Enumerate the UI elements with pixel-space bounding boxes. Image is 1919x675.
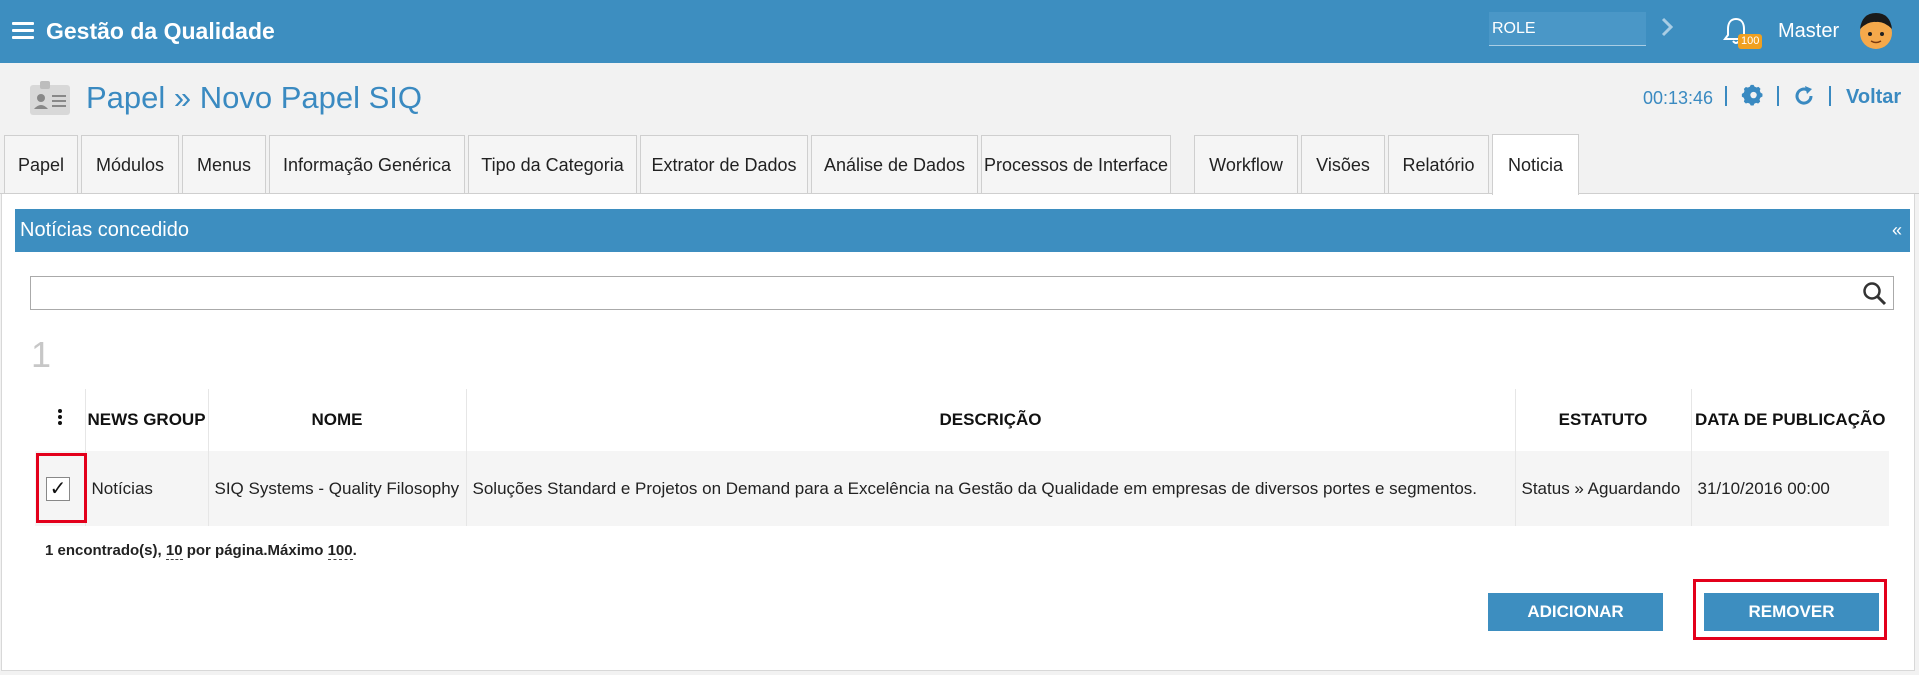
- column-header-news-group[interactable]: NEWS GROUP: [85, 389, 209, 451]
- tab-modulos[interactable]: Módulos: [81, 135, 179, 194]
- found-count: 1 encontrado(s),: [45, 542, 162, 559]
- gear-icon[interactable]: [1741, 84, 1765, 108]
- column-header-nome[interactable]: NOME: [208, 389, 467, 451]
- notification-badge: 100: [1738, 34, 1763, 49]
- hamburger-menu-icon[interactable]: [12, 22, 34, 40]
- column-header-data-publicacao[interactable]: DATA DE PUBLICAÇÃO: [1691, 389, 1889, 451]
- cell-nome: SIQ Systems - Quality Filosophy: [208, 451, 467, 526]
- tab-noticia[interactable]: Noticia: [1492, 134, 1579, 195]
- footer-end: .: [352, 542, 357, 559]
- role-input[interactable]: [1489, 12, 1646, 46]
- tab-relatorio[interactable]: Relatório: [1388, 135, 1489, 194]
- app-title: Gestão da Qualidade: [46, 18, 275, 44]
- column-header-estatuto[interactable]: ESTATUTO: [1515, 389, 1692, 451]
- cell-news-group: Notícias: [85, 451, 209, 526]
- tab-informacao-generica[interactable]: Informação Genérica: [269, 135, 465, 194]
- pagination-summary: 1 encontrado(s), 10 por página.Máximo 10…: [35, 526, 1889, 568]
- per-page-text: por página.Máximo: [186, 542, 324, 559]
- search-icon[interactable]: [1862, 281, 1888, 307]
- add-button[interactable]: ADICIONAR: [1488, 593, 1663, 631]
- tab-papel[interactable]: Papel: [4, 135, 78, 194]
- column-menu[interactable]: [35, 389, 86, 451]
- top-bar: Gestão da Qualidade 100 Master: [0, 0, 1919, 63]
- row-checkbox[interactable]: ✓: [46, 476, 70, 501]
- session-timer: 00:13:46: [1643, 88, 1714, 108]
- divider: [1777, 86, 1779, 106]
- cell-estatuto: Status » Aguardando: [1515, 451, 1692, 526]
- max-selector[interactable]: 100: [327, 542, 353, 560]
- user-name[interactable]: Master: [1778, 20, 1839, 43]
- avatar[interactable]: [1854, 9, 1898, 53]
- page-title: Papel » Novo Papel SIQ: [86, 80, 423, 115]
- collapse-icon[interactable]: «: [1892, 209, 1902, 252]
- back-link[interactable]: Voltar: [1846, 86, 1901, 109]
- table-header-row: NEWS GROUP NOME DESCRIÇÃO ESTATUTO DATA …: [35, 389, 1889, 451]
- tab-processos-de-interface[interactable]: Processos de Interface: [981, 135, 1171, 194]
- cell-descricao: Soluções Standard e Projetos on Demand p…: [466, 451, 1516, 526]
- column-header-descricao[interactable]: DESCRIÇÃO: [466, 389, 1516, 451]
- tab-analise-de-dados[interactable]: Análise de Dados: [811, 135, 978, 194]
- id-card-icon: [30, 81, 70, 115]
- row-select-cell: ✓: [35, 451, 86, 526]
- divider: [1725, 86, 1727, 106]
- search-field: [30, 276, 1894, 310]
- news-table: NEWS GROUP NOME DESCRIÇÃO ESTATUTO DATA …: [35, 389, 1889, 526]
- tab-visoes[interactable]: Visões: [1301, 135, 1385, 194]
- cell-data-publicacao: 31/10/2016 00:00: [1691, 451, 1889, 526]
- refresh-icon[interactable]: [1792, 84, 1816, 108]
- divider: [1829, 86, 1831, 106]
- table-row[interactable]: ✓ Notícias SIQ Systems - Quality Filosop…: [35, 451, 1889, 526]
- search-input[interactable]: [31, 277, 1893, 309]
- per-page-selector[interactable]: 10: [165, 542, 183, 560]
- tab-extrator-de-dados[interactable]: Extrator de Dados: [640, 135, 808, 194]
- chevron-right-icon[interactable]: [1660, 16, 1674, 38]
- section-title: Notícias concedido: [20, 219, 189, 241]
- tab-tipo-da-categoria[interactable]: Tipo da Categoria: [468, 135, 637, 194]
- tab-menus[interactable]: Menus: [182, 135, 266, 194]
- remove-button[interactable]: REMOVER: [1704, 593, 1879, 631]
- section-header: Notícias concedido «: [15, 209, 1910, 252]
- tab-workflow[interactable]: Workflow: [1194, 135, 1298, 194]
- result-count: 1: [31, 334, 52, 375]
- tab-bar: Papel Módulos Menus Informação Genérica …: [0, 134, 1919, 195]
- kebab-menu-icon[interactable]: [57, 408, 62, 427]
